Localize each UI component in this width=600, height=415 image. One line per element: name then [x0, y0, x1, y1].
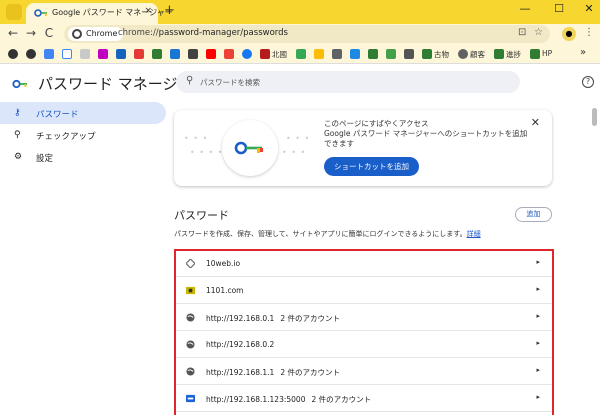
maximize-button[interactable]: ☐ — [544, 2, 574, 15]
decorative-dots: • • • — [286, 134, 311, 143]
key-icon: ⚷ — [14, 108, 21, 118]
close-window-button[interactable]: ✕ — [574, 2, 600, 15]
url-text[interactable]: chrome://password-manager/passwords — [118, 28, 288, 38]
scrollbar[interactable] — [592, 108, 597, 126]
bookmark-icon[interactable] — [242, 49, 252, 59]
key-icon — [234, 141, 263, 155]
bookmark-icon[interactable] — [8, 49, 18, 59]
bookmarks-overflow-icon[interactable]: » — [580, 47, 586, 58]
tab-strip: Google パスワード マネージャー × + — ☐ ✕ — [0, 0, 600, 24]
close-tab-icon[interactable]: × — [144, 6, 152, 16]
bookmark-icon[interactable] — [44, 49, 54, 59]
bookmark-icon[interactable] — [134, 49, 144, 59]
chrome-icon — [72, 29, 82, 39]
bookmark-icon[interactable] — [530, 49, 540, 59]
site-info-chip[interactable]: Chrome — [68, 27, 124, 41]
bookmark-icon[interactable] — [350, 49, 360, 59]
bookmark-label[interactable]: HP — [542, 49, 552, 58]
bookmark-icon[interactable] — [422, 49, 432, 59]
bookmark-icon[interactable] — [386, 49, 396, 59]
bookmark-icon[interactable] — [332, 49, 342, 59]
tab-password-manager[interactable]: Google パスワード マネージャー × — [26, 3, 173, 24]
promo-heading: このページにすばやくアクセス — [324, 119, 429, 128]
bookmark-label[interactable]: 北國 — [272, 49, 287, 60]
bookmark-icon[interactable] — [152, 49, 162, 59]
address-bar[interactable]: Chrome chrome://password-manager/passwor… — [64, 25, 550, 43]
url-scheme: chrome:// — [118, 28, 159, 38]
add-shortcut-button[interactable]: ショートカットを追加 — [324, 157, 419, 176]
checkup-icon: ⚲ — [14, 130, 21, 140]
bookmark-star-icon[interactable]: ☆ — [534, 27, 543, 38]
bookmark-icon[interactable] — [80, 49, 90, 59]
gear-icon: ⚙ — [14, 152, 23, 162]
browser-window: Google パスワード マネージャー × + — ☐ ✕ ← → C Chro… — [0, 0, 600, 415]
url-path: password-manager/passwords — [158, 28, 288, 38]
learn-more-link[interactable]: 詳細 — [467, 230, 481, 238]
back-button[interactable]: ← — [6, 26, 20, 40]
key-icon — [34, 9, 47, 17]
close-icon[interactable]: ✕ — [531, 116, 540, 129]
sidebar-item-settings[interactable]: ⚙ 設定 — [0, 146, 166, 168]
section-title: パスワード — [174, 209, 229, 222]
promo-text: このページにすばやくアクセス Google パスワード マネージャーへのショート… — [324, 119, 534, 149]
shortcut-promo-card: • • • • • • • • • • • • • このページにすばやくアクセス… — [174, 110, 552, 186]
sidebar-item-passwords[interactable]: ⚷ パスワード — [0, 102, 166, 124]
chip-label: Chrome — [86, 29, 118, 38]
bookmark-icon[interactable] — [62, 49, 72, 59]
bookmark-icon[interactable] — [206, 49, 216, 59]
decorative-dots: • • • — [282, 148, 307, 157]
bookmark-icon[interactable] — [314, 49, 324, 59]
section-description: パスワードを作成、保存、管理して、サイトやアプリに簡単にログインできるようにしま… — [174, 229, 481, 239]
bookmark-icon[interactable] — [98, 49, 108, 59]
bookmark-label[interactable]: 古物 — [434, 49, 449, 60]
decorative-dots: • • • — [184, 134, 209, 143]
promo-body: Google パスワード マネージャーへのショートカットを追加できます — [324, 129, 528, 148]
bookmark-label[interactable]: 顧客 — [470, 49, 485, 60]
sidebar-item-label: 設定 — [36, 154, 54, 164]
sidebar-item-label: パスワード — [36, 110, 79, 120]
sidebar-item-checkup[interactable]: ⚲ チェックアップ — [0, 124, 166, 146]
bookmark-icon[interactable] — [404, 49, 414, 59]
bookmarks-bar: 北國 古物 顧客 進捗 HP » — [0, 44, 600, 64]
bookmark-icon[interactable] — [188, 49, 198, 59]
bookmark-label[interactable]: 進捗 — [506, 49, 521, 60]
add-password-button[interactable]: 追加 — [515, 207, 552, 222]
sidebar-item-label: チェックアップ — [36, 132, 96, 142]
help-icon[interactable]: ? — [582, 76, 594, 88]
profile-avatar[interactable]: ● — [562, 27, 576, 41]
bookmark-icon[interactable] — [224, 49, 234, 59]
bookmark-icon[interactable] — [116, 49, 126, 59]
bookmark-icon[interactable] — [170, 49, 180, 59]
new-tab-button[interactable]: + — [164, 3, 175, 18]
forward-button[interactable]: → — [24, 26, 38, 40]
minimize-button[interactable]: — — [510, 2, 540, 15]
search-placeholder: パスワードを検索 — [200, 78, 260, 87]
bookmark-icon[interactable] — [26, 49, 36, 59]
bookmark-icon[interactable] — [494, 49, 504, 59]
search-input[interactable]: ⚲ パスワードを検索 — [176, 71, 520, 93]
description-text: パスワードを作成、保存、管理して、サイトやアプリに簡単にログインできるようにしま… — [174, 230, 467, 238]
bookmark-icon[interactable] — [368, 49, 378, 59]
page-content: パスワード マネージャー ⚲ パスワードを検索 ? ⚷ パスワード ⚲ チェック… — [0, 64, 600, 415]
highlight-box — [174, 249, 554, 415]
search-icon: ⚲ — [186, 75, 194, 86]
decorative-dots: • • • • — [190, 148, 224, 157]
menu-icon[interactable]: ⋮ — [584, 27, 594, 38]
cast-icon[interactable]: ⊡ — [518, 27, 526, 38]
toolbar: ← → C Chrome chrome://password-manager/p… — [0, 24, 600, 44]
tab-search-button[interactable] — [6, 4, 22, 20]
password-manager-logo-icon — [12, 79, 27, 89]
bookmark-icon[interactable] — [260, 49, 270, 59]
bookmark-icon[interactable] — [458, 49, 468, 59]
reload-button[interactable]: C — [42, 26, 56, 40]
promo-illustration — [222, 120, 278, 176]
bookmark-icon[interactable] — [296, 49, 306, 59]
tab-title: Google パスワード マネージャー — [52, 8, 173, 17]
